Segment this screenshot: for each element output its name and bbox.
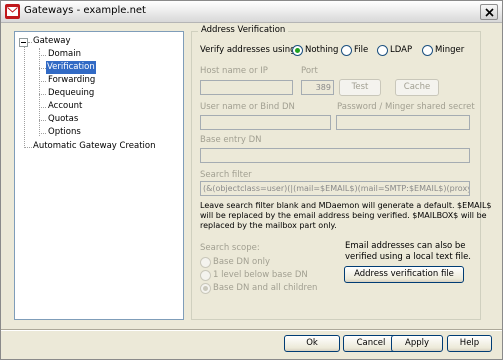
close-button[interactable] [480,4,498,20]
host-label: Host name or IP [200,66,268,76]
ok-button[interactable]: Ok [284,335,340,352]
password-label: Password / Minger shared secret [337,102,475,112]
navigation-tree[interactable]: Gateway Domain Verification Forwarding D… [14,31,184,320]
app-icon [5,4,20,19]
footer-separator [1,329,502,331]
scope-label: Search scope: [200,243,260,253]
verify-label: Verify addresses using: [200,45,299,55]
search-filter-input[interactable]: (&(objectclass=user)(|(mail=$EMAIL$)(mai… [200,181,470,196]
help-text-line-2: will be replaced by the email address be… [200,211,487,220]
verify-file-radio[interactable] [341,45,352,56]
user-input[interactable] [200,115,331,130]
help-text-line-1: Leave search filter blank and MDaemon wi… [200,201,492,210]
port-input[interactable]: 389 [301,80,334,95]
scope-one-level-label[interactable]: 1 level below base DN [213,270,308,280]
verify-ldap-label[interactable]: LDAP [390,45,412,55]
scope-all-children-label[interactable]: Base DN and all children [213,283,317,293]
search-filter-label: Search filter [200,170,252,180]
scope-base-only-label[interactable]: Base DN only [213,257,270,267]
window-title: Gateways - example.net [24,5,146,16]
verify-nothing-radio[interactable] [292,45,303,56]
collapse-icon[interactable] [19,38,28,47]
close-icon [485,8,494,17]
address-verification-file-button[interactable]: Address verification file [344,266,464,283]
local-file-text-line-2: verified using a local text file. [345,252,472,262]
local-file-text-line-1: Email addresses can also be [345,241,466,251]
cache-button[interactable]: Cache [395,79,439,96]
help-text-line-3: replaced by the mailbox part only. [200,221,337,230]
gateways-dialog: Gateways - example.net Gateway Domain Ve… [0,0,503,360]
verify-minger-radio[interactable] [422,45,433,56]
apply-button[interactable]: Apply [391,335,443,352]
port-label: Port [301,66,318,76]
host-input[interactable] [200,80,293,95]
base-dn-label: Base entry DN [200,135,262,145]
verify-nothing-label[interactable]: Nothing [305,45,338,55]
scope-base-only-radio[interactable] [200,257,211,268]
section-title: Address Verification [198,25,289,35]
help-button[interactable]: Help [447,335,492,352]
base-dn-input[interactable] [200,148,470,163]
verify-minger-label[interactable]: Minger [435,45,464,55]
verify-file-label[interactable]: File [354,45,368,55]
scope-all-children-radio[interactable] [200,283,211,294]
verify-ldap-radio[interactable] [377,45,388,56]
scope-one-level-radio[interactable] [200,270,211,281]
password-input[interactable] [336,115,470,130]
test-button[interactable]: Test [339,79,381,96]
title-bar[interactable]: Gateways - example.net [1,1,502,23]
user-label: User name or Bind DN [200,102,295,112]
